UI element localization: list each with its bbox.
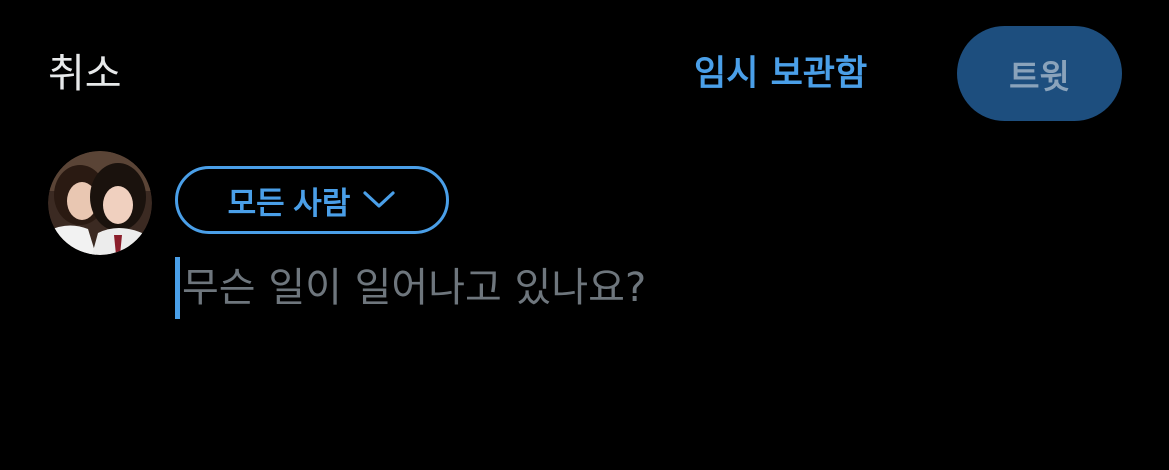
tweet-text-input[interactable] — [180, 257, 1082, 319]
tweet-button[interactable]: 트윗 — [957, 26, 1122, 121]
drafts-button[interactable]: 임시 보관함 — [694, 46, 867, 102]
avatar-image — [48, 151, 152, 255]
audience-label: 모든 사람 — [227, 185, 351, 221]
avatar[interactable] — [48, 151, 152, 255]
tweet-compose-area[interactable] — [175, 256, 1115, 320]
chevron-down-icon — [362, 190, 396, 210]
cancel-button[interactable]: 취소 — [48, 44, 122, 104]
audience-selector[interactable]: 모든 사람 — [175, 166, 449, 234]
